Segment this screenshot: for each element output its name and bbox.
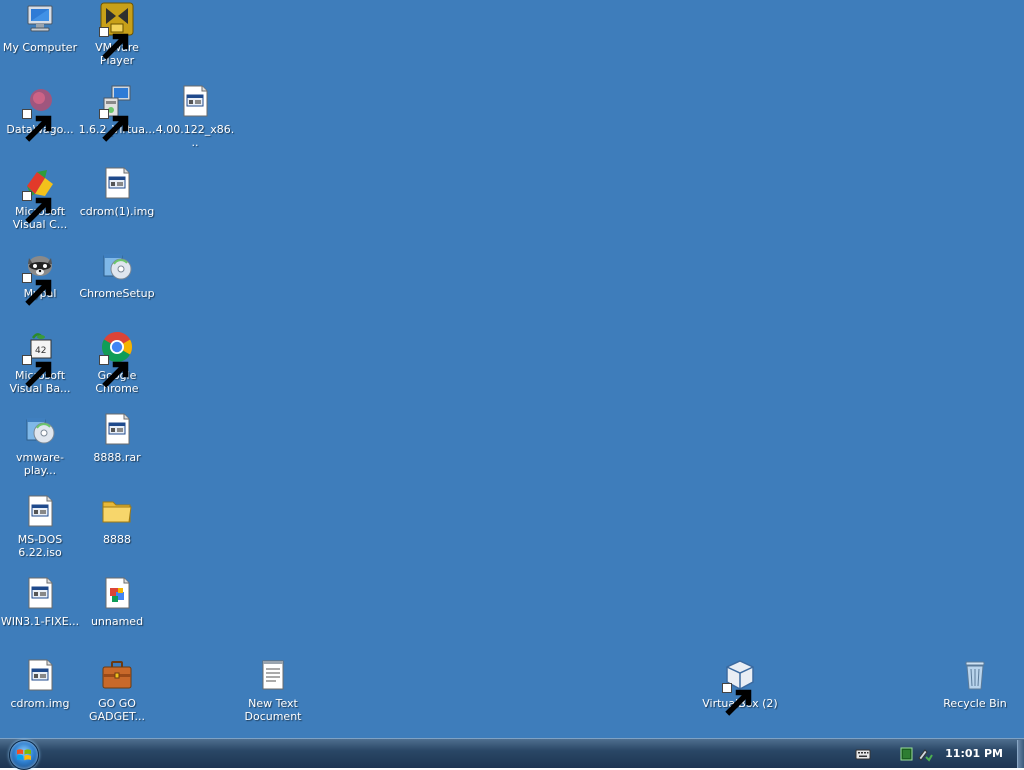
icon-label: 4.00.122_x86... xyxy=(155,123,235,149)
folder-icon xyxy=(100,494,134,528)
shortcut-arrow-icon xyxy=(99,355,129,388)
image-file-icon xyxy=(100,576,134,610)
desktop-icon-4-00-122-x86[interactable]: 4.00.122_x86... xyxy=(155,82,235,149)
raccoon-icon xyxy=(22,248,57,306)
icon-label: cdrom(1).img xyxy=(79,205,155,218)
svg-text:42: 42 xyxy=(35,346,46,356)
virtualbox-icon xyxy=(722,658,757,716)
datawago-icon xyxy=(22,84,57,142)
briefcase-icon xyxy=(100,658,134,692)
network-icon[interactable] xyxy=(899,746,915,762)
desktop-icon-virtualbox-2[interactable]: VirtualBox (2) xyxy=(700,656,780,716)
desktop-icon-my-computer[interactable]: My Computer xyxy=(0,0,80,54)
shortcut-arrow-icon xyxy=(22,109,52,142)
start-button[interactable] xyxy=(9,740,39,770)
desktop-icon-new-text-document[interactable]: New Text Document xyxy=(233,656,313,723)
shortcut-arrow-icon xyxy=(722,683,752,716)
keyboard-icon[interactable] xyxy=(855,746,871,762)
desktop-icon-win31[interactable]: WIN3.1-FIXE... xyxy=(0,574,80,628)
desktop-icon-cdrom1-img[interactable]: cdrom(1).img xyxy=(77,164,157,218)
installer-cd-icon xyxy=(100,248,134,282)
icon-label: Recycle Bin xyxy=(943,697,1007,710)
desktop-icon-chromesetup[interactable]: ChromeSetup xyxy=(77,246,157,300)
icon-label: GO GO GADGET... xyxy=(89,697,145,723)
icon-label: My Computer xyxy=(2,41,78,54)
installer-cd-icon xyxy=(23,412,57,446)
computer-icon xyxy=(23,2,57,36)
desktop-icon-virtua-162[interactable]: 1.6.2_Virtua... xyxy=(77,82,157,142)
show-desktop-button[interactable] xyxy=(1017,739,1024,768)
visual-c-icon xyxy=(22,166,57,224)
file-icon xyxy=(23,658,57,692)
icon-label: WIN3.1-FIXE... xyxy=(0,615,80,628)
desktop-icon-ms-dos[interactable]: MS-DOS 6.22.iso xyxy=(0,492,80,559)
file-icon xyxy=(100,166,134,200)
desktop-icon-mypal[interactable]: Mypal xyxy=(0,246,80,306)
vmware-icon xyxy=(99,2,134,60)
icon-label: 8888.rar xyxy=(93,451,141,464)
installer-icon xyxy=(99,84,134,142)
icon-label: New Text Document xyxy=(244,697,302,723)
shortcut-arrow-icon xyxy=(22,191,52,224)
icon-label: MS-DOS 6.22.iso xyxy=(17,533,63,559)
desktop-icon-unnamed[interactable]: unnamed xyxy=(77,574,157,628)
desktop-icon-vmware-player[interactable]: VMware Player xyxy=(77,0,157,67)
recycle-bin-icon xyxy=(958,658,992,692)
visual-basic-icon: 42 xyxy=(22,330,57,388)
text-document-icon xyxy=(256,658,290,692)
desktop: My Computer DataWago... Microsoft Visual… xyxy=(0,0,1024,738)
icon-label: 8888 xyxy=(103,533,131,546)
desktop-icon-recycle-bin[interactable]: Recycle Bin xyxy=(935,656,1015,710)
desktop-icon-8888-rar[interactable]: 8888.rar xyxy=(77,410,157,464)
desktop-icon-cdrom-img[interactable]: cdrom.img xyxy=(0,656,80,710)
shortcut-arrow-icon xyxy=(99,109,129,142)
desktop-icon-go-go-gadget[interactable]: GO GO GADGET... xyxy=(77,656,157,723)
shortcut-arrow-icon xyxy=(22,355,52,388)
safely-remove-icon[interactable] xyxy=(917,746,933,762)
shortcut-arrow-icon xyxy=(22,273,52,306)
chrome-icon xyxy=(99,330,134,388)
desktop-icon-folder-8888[interactable]: 8888 xyxy=(77,492,157,546)
file-icon xyxy=(100,412,134,446)
desktop-icon-datawago[interactable]: DataWago... xyxy=(0,82,80,142)
desktop-icon-vmware-play[interactable]: vmware-play... xyxy=(0,410,80,477)
taskbar: 11:01 PM xyxy=(0,738,1024,770)
shortcut-arrow-icon xyxy=(99,27,129,60)
icon-label: cdrom.img xyxy=(10,697,70,710)
icon-label: vmware-play... xyxy=(16,451,64,477)
icon-label: unnamed xyxy=(90,615,144,628)
icon-label: ChromeSetup xyxy=(79,287,155,300)
desktop-icon-microsoft-visual-ba[interactable]: 42 Microsoft Visual Ba... xyxy=(0,328,80,395)
system-tray: 11:01 PM xyxy=(855,739,1024,768)
desktop-icon-microsoft-visual-c[interactable]: Microsoft Visual C... xyxy=(0,164,80,231)
clock[interactable]: 11:01 PM xyxy=(945,747,1003,760)
desktop-icon-google-chrome[interactable]: Google Chrome xyxy=(77,328,157,395)
file-icon xyxy=(23,576,57,610)
windows-orb-icon xyxy=(17,749,31,761)
file-icon xyxy=(178,84,212,118)
file-icon xyxy=(23,494,57,528)
